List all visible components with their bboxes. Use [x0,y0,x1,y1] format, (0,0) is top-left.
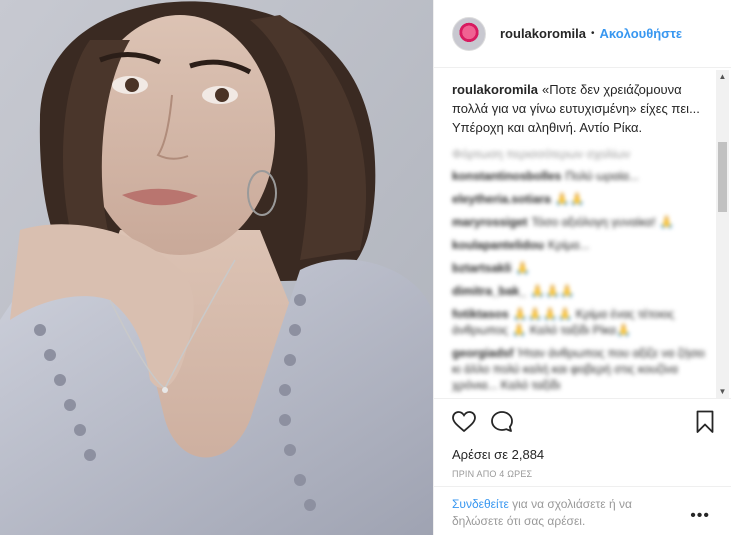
like-heart-icon[interactable] [452,411,476,433]
comment-username[interactable]: bztartsakli [452,261,511,275]
list-item: georgiadsf Ήταν άνθρωπος που αξίζε να ζήσ… [452,345,706,393]
login-footer: Συνδεθείτε για να σχολιάσετε ή να δηλώσε… [434,486,731,535]
comments-scrollbar[interactable]: ▲ ▼ [716,70,729,398]
scrollbar-thumb[interactable] [718,142,727,212]
portrait-illustration [0,0,433,535]
comment-text: 🙏🙏 [554,192,585,206]
comment-text: Κρίμα... [548,238,590,252]
list-item: dimitra_bak_ 🙏🙏🙏 [452,283,706,299]
bookmark-icon[interactable] [696,410,714,434]
comment-username[interactable]: eleytheria.sotiara [452,192,551,206]
load-more-comments-button[interactable]: Φόρτωση περισσότερων σχολίων [452,147,706,161]
list-item: fotiktasos 🙏🙏🙏🙏 Κρίμα ένας τέτοιος άνθρωπ… [452,306,706,338]
post-header: roulakoromila • Ακολουθήστε [434,0,731,68]
comment-username[interactable]: georgiadsf [452,346,513,360]
likes-label: Αρέσει σε [452,447,508,462]
login-link[interactable]: Συνδεθείτε [452,497,509,511]
comment-text: 🙏 [515,261,531,275]
post-photo[interactable] [0,0,433,535]
comment-username[interactable]: konstantinosbolles [452,169,561,183]
comment-text: Πολύ ωραία... [565,169,639,183]
more-options-icon[interactable]: ••• [690,507,710,525]
comments-list[interactable]: roulakoromila «Ποτε δεν χρειάζομουνα πολλ… [434,68,731,398]
list-item: maryrossiget Τόσο αξιόλογη γυναίκα! 🙏 [452,214,706,230]
scroll-up-arrow-icon[interactable]: ▲ [716,70,729,83]
likes-count[interactable]: Αρέσει σε 2,884 [452,447,714,462]
post-timestamp: ΠΡΙΝ ΑΠΟ 4 ΩΡΕΣ [452,469,533,479]
follow-button[interactable]: Ακολουθήστε [599,26,682,41]
comment-username[interactable]: maryrossiget [452,215,527,229]
separator-dot: • [590,28,595,39]
list-item: eleytheria.sotiara 🙏🙏 [452,191,706,207]
list-item: koulapantelidou Κρίμα... [452,237,706,253]
post-actions: Αρέσει σε 2,884 ΠΡΙΝ ΑΠΟ 4 ΩΡΕΣ [434,398,731,479]
comment-username[interactable]: dimitra_bak_ [452,284,526,298]
likes-number: 2,884 [511,447,545,462]
login-prompt: Συνδεθείτε για να σχολιάσετε ή να δηλώσε… [452,496,682,530]
list-item: bztartsakli 🙏 [452,260,706,276]
scroll-down-arrow-icon[interactable]: ▼ [716,385,729,398]
caption-username[interactable]: roulakoromila [452,82,538,97]
comment-text: Τόσο αξιόλογη γυναίκα! 🙏 [531,215,674,229]
list-item: konstantinosbolles Πολύ ωραία... [452,168,706,184]
post-side-panel: roulakoromila • Ακολουθήστε roulakoromil… [433,0,731,535]
avatar[interactable] [452,16,486,51]
comment-text: 🙏🙏🙏 [530,284,575,298]
comment-username[interactable]: fotiktasos [452,307,509,321]
comment-username[interactable]: koulapantelidou [452,238,544,252]
comment-bubble-icon[interactable] [490,410,514,434]
header-username[interactable]: roulakoromila [500,26,586,41]
action-icons-row [452,409,714,435]
post-caption: roulakoromila «Ποτε δεν χρειάζομουνα πολλ… [452,80,706,137]
